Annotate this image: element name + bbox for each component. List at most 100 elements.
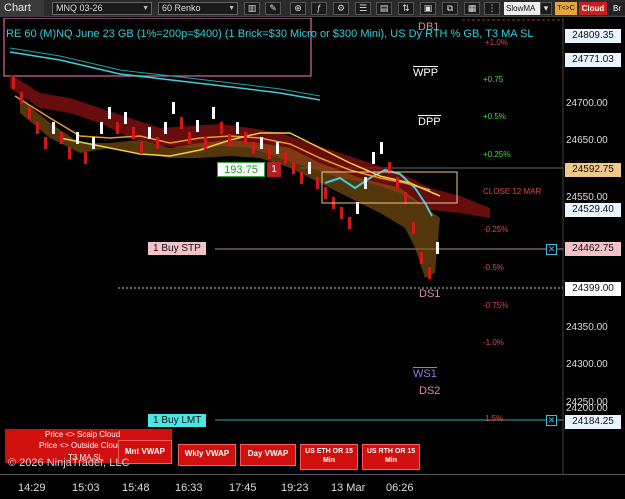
template-icon[interactable]: ▦ [464, 2, 480, 15]
pct-level-plus075: +0.75 [483, 75, 504, 84]
price-label-buy-stp: 24462.75 [565, 242, 621, 256]
pct-level-15: 1.5% [485, 414, 504, 423]
renko-brick [92, 137, 95, 149]
renko-brick [76, 132, 79, 144]
price-label-last: 24529.40 [565, 203, 621, 217]
renko-brick [436, 242, 439, 254]
renko-brick [260, 137, 263, 149]
slowma-button[interactable]: SlowMA [504, 2, 540, 15]
renko-brick [116, 122, 119, 134]
more-icon[interactable]: ⋮ [484, 2, 500, 15]
ma-cyan-slow-2 [9, 47, 321, 97]
pivot-dpp: DPP [418, 115, 441, 128]
timeframe-selector[interactable]: 60 Renko ▼ [158, 2, 238, 15]
pct-level-minus1: -1.0% [483, 338, 504, 347]
renko-brick [52, 122, 55, 134]
time-tick: 13 Mar [331, 482, 366, 494]
instrument-selector[interactable]: MNQ 03-26 ▼ [52, 2, 152, 15]
snapshot-icon[interactable]: ▣ [420, 2, 436, 15]
us-eth-or-button[interactable]: US ETH OR 15 Min [300, 444, 358, 470]
price-scalp-cloud-button[interactable]: Price <> Scalp Cloud [45, 430, 120, 439]
order-buy-stp[interactable]: 1 Buy STP [148, 242, 206, 255]
renko-brick [428, 267, 431, 279]
pivot-wpp-label: WPP [413, 67, 439, 79]
bar-type-icon[interactable]: ▥ [244, 2, 260, 15]
renko-brick [236, 122, 239, 134]
chevron-down-icon: ▼ [228, 5, 235, 12]
renko-brick [372, 152, 375, 164]
price-label-db1: 24809.35 [565, 29, 621, 43]
renko-brick [140, 142, 143, 154]
br-toggle-button[interactable]: Br [609, 2, 625, 15]
tc-toggle-button[interactable]: T<>C [555, 2, 577, 15]
price-tick: 24200.00 [566, 403, 608, 414]
renko-brick [20, 92, 23, 104]
price-chart[interactable]: RE 60 (M)NQ June 23 GB (1%=200p=$400) (1… [0, 18, 625, 499]
dropdown-icon[interactable]: ▾ [540, 2, 552, 15]
us-rth-or-button[interactable]: US RTH OR 15 Min [362, 444, 420, 470]
renko-brick [156, 137, 159, 149]
time-tick: 19:23 [281, 482, 309, 494]
renko-brick [60, 132, 63, 144]
order-buy-lmt[interactable]: 1 Buy LMT [148, 414, 207, 427]
renko-brick [292, 162, 295, 174]
renko-brick [308, 162, 311, 174]
link-icon[interactable]: ⧉ [442, 2, 458, 15]
chart-tab[interactable]: Chart [0, 0, 44, 17]
price-label-current: 24399.00 [565, 282, 621, 296]
renko-brick [324, 187, 327, 199]
renko-brick [36, 122, 39, 134]
day-vwap-button[interactable]: Day VWAP [240, 444, 296, 466]
time-tick: 14:29 [18, 482, 46, 494]
cancel-order-icon[interactable]: ✕ [546, 415, 557, 426]
chart-trader-icon[interactable]: ⇅ [398, 2, 414, 15]
zoom-icon[interactable]: ⊕ [290, 2, 306, 15]
time-axis[interactable]: 14:29 15:03 15:48 16:33 17:45 19:23 13 M… [0, 474, 625, 499]
pct-level-minus025: -0.25% [483, 225, 509, 234]
wkly-vwap-button[interactable]: Wkly VWAP [178, 444, 236, 466]
strategies-icon[interactable]: ⚙ [333, 2, 349, 15]
indicators-icon[interactable]: ƒ [311, 2, 327, 15]
copyright-text: © 2026 NinjaTrader, LLC [8, 457, 130, 469]
price-tick: 24300.00 [566, 359, 608, 370]
time-tick: 16:33 [175, 482, 203, 494]
position-pnl-value: 193.75 [217, 162, 265, 177]
renko-brick [172, 102, 175, 114]
price-tick: 24700.00 [566, 98, 608, 109]
pivot-db1: DB1 [418, 21, 440, 33]
renko-brick [220, 122, 223, 134]
drawing-tools-icon[interactable]: ✎ [265, 2, 281, 15]
renko-brick [132, 127, 135, 139]
range-box [3, 18, 312, 77]
renko-brick [276, 142, 279, 154]
renko-brick [196, 120, 199, 132]
time-tick: 15:48 [122, 482, 150, 494]
renko-brick [252, 142, 255, 154]
data-box-icon[interactable]: ☰ [355, 2, 371, 15]
chart-canvas[interactable] [0, 18, 625, 474]
pct-level-minus075: -0.75% [483, 301, 509, 310]
pivot-ds1: DS1 [419, 288, 441, 300]
renko-brick [364, 177, 367, 189]
pivot-ws1-label: WS1 [413, 368, 437, 380]
renko-brick [412, 222, 415, 234]
renko-brick [28, 107, 31, 119]
renko-brick [300, 172, 303, 184]
renko-brick [180, 117, 183, 129]
properties-icon[interactable]: ▤ [376, 2, 392, 15]
price-label-wpp: 24771.03 [565, 53, 621, 67]
renko-brick [84, 152, 87, 164]
cancel-order-icon[interactable]: ✕ [546, 244, 557, 255]
renko-brick [404, 192, 407, 204]
cloud-toggle-button[interactable]: Cloud [579, 2, 607, 15]
price-tick: 24350.00 [566, 322, 608, 333]
close-label: CLOSE 12 MAR [483, 187, 542, 196]
renko-brick [124, 112, 127, 124]
renko-brick [108, 107, 111, 119]
price-label-close: 24592.75 [565, 163, 621, 177]
renko-brick [340, 207, 343, 219]
pct-level-plus05: +0.5% [483, 112, 506, 121]
price-outside-cloud-button[interactable]: Price <> Outside Cloud [39, 441, 122, 450]
instrument-value: MNQ 03-26 [56, 3, 103, 13]
renko-brick [348, 217, 351, 229]
